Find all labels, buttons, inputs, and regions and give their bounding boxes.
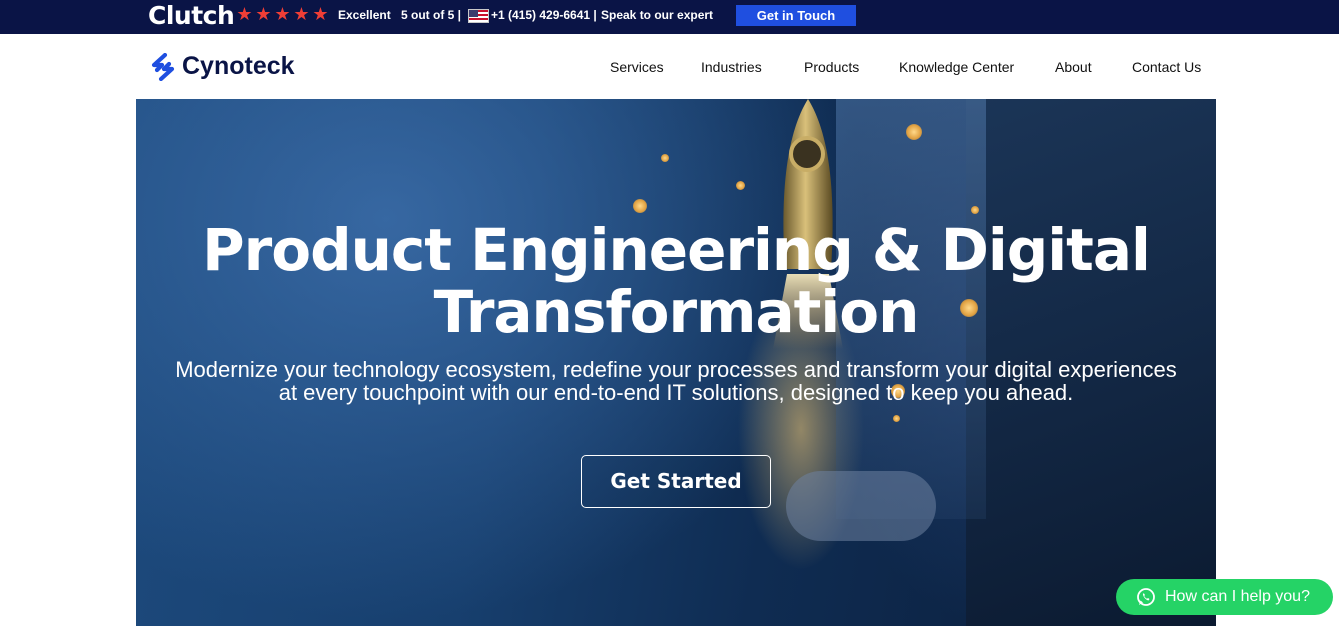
- speak-to-expert-link[interactable]: Speak to our expert: [601, 8, 713, 22]
- hero-title-line1: Product Engineering & Digital: [202, 216, 1151, 284]
- rating-score: 5 out of 5 |: [401, 8, 462, 22]
- get-in-touch-button[interactable]: Get in Touch: [736, 5, 856, 26]
- hero-subtitle: Modernize your technology ecosystem, red…: [156, 358, 1196, 404]
- spark: [661, 154, 669, 162]
- hero-title-line2: Transformation: [433, 278, 920, 346]
- brand-name[interactable]: Cynoteck: [182, 50, 295, 82]
- cynoteck-logo-icon[interactable]: [150, 53, 176, 81]
- top-bar: Clutch ★ ★ ★ ★ ★ Excellent 5 out of 5 | …: [0, 0, 1339, 34]
- nav-services[interactable]: Services: [610, 58, 664, 76]
- nav-about[interactable]: About: [1055, 58, 1092, 76]
- star-icon: ★: [312, 4, 329, 24]
- hero-subtitle-line1: Modernize your technology ecosystem, red…: [175, 357, 1177, 382]
- spark: [893, 415, 900, 422]
- nav-contact-us[interactable]: Contact Us: [1132, 58, 1201, 76]
- rating-label: Excellent: [338, 8, 391, 22]
- clutch-text: Clutch: [148, 1, 235, 30]
- whatsapp-chat-button[interactable]: How can I help you?: [1116, 579, 1333, 615]
- chat-label: How can I help you?: [1165, 588, 1310, 605]
- get-started-button[interactable]: Get Started: [581, 455, 771, 508]
- phone-number[interactable]: +1 (415) 429-6641 |: [491, 8, 597, 22]
- nav-products[interactable]: Products: [804, 58, 859, 76]
- clutch-logo[interactable]: Clutch: [148, 1, 235, 31]
- hero-banner: Product Engineering & Digital Transforma…: [136, 99, 1216, 626]
- star-icon: ★: [255, 4, 272, 24]
- whatsapp-icon: [1137, 588, 1155, 606]
- star-icon: ★: [236, 4, 253, 24]
- nav-industries[interactable]: Industries: [701, 58, 762, 76]
- spark: [971, 206, 979, 214]
- nav-knowledge-center[interactable]: Knowledge Center: [899, 58, 1014, 76]
- hero-title: Product Engineering & Digital Transforma…: [136, 219, 1216, 343]
- us-flag-icon: [468, 9, 489, 23]
- spark: [906, 124, 922, 140]
- rating-stars: ★ ★ ★ ★ ★: [236, 4, 329, 24]
- hero-subtitle-line2: at every touchpoint with our end-to-end …: [278, 380, 1074, 405]
- star-icon: ★: [293, 4, 310, 24]
- star-icon: ★: [274, 4, 291, 24]
- hand-illustration: [786, 471, 936, 541]
- spark: [736, 181, 745, 190]
- spark: [633, 199, 647, 213]
